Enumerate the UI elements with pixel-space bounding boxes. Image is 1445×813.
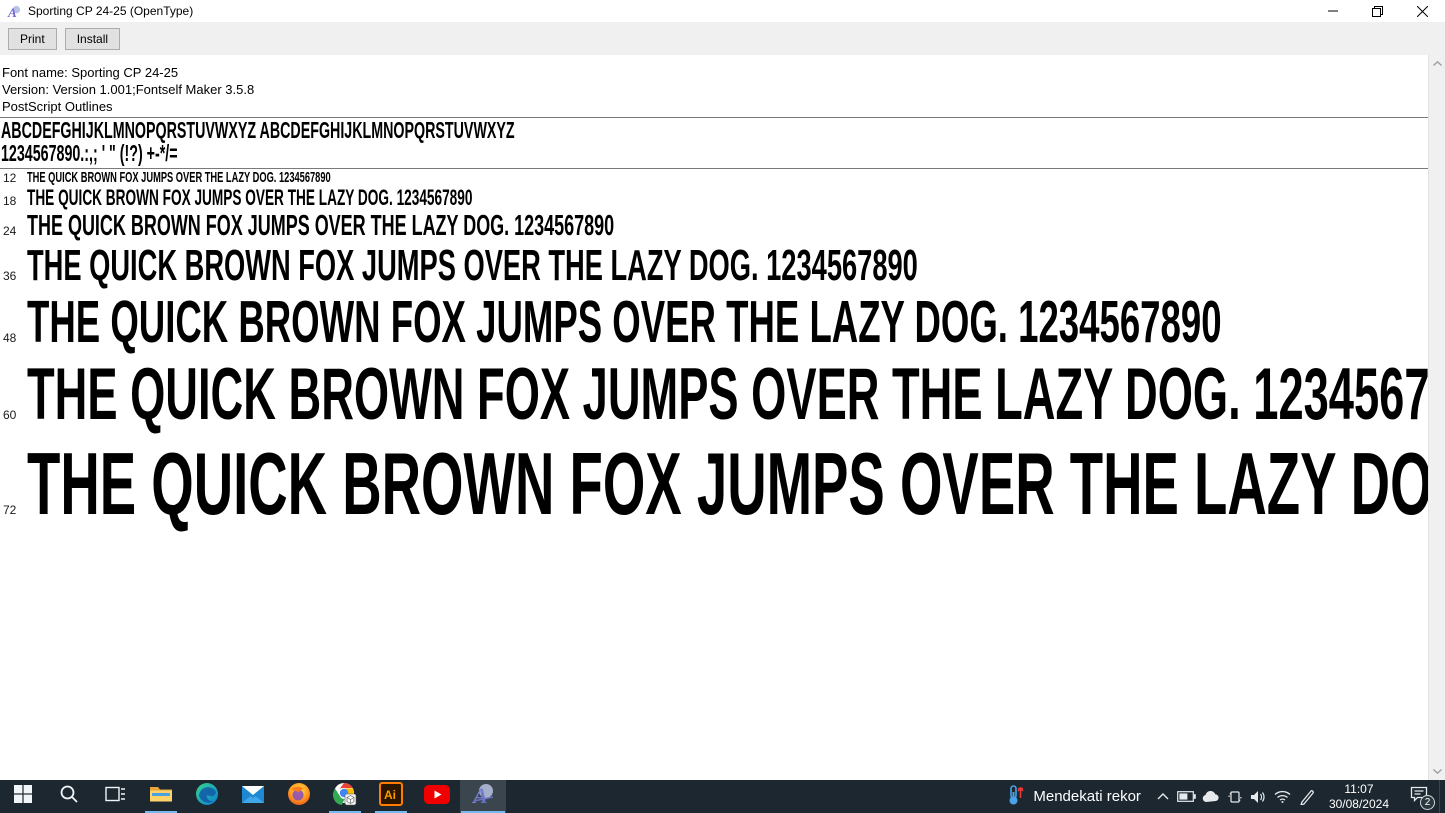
font-viewer-app-icon: A — [6, 3, 22, 19]
firefox-button[interactable] — [276, 780, 322, 813]
onedrive-cloud-icon[interactable] — [1199, 780, 1223, 813]
mail-icon — [241, 785, 265, 809]
clock[interactable]: 11:07 30/08/2024 — [1319, 780, 1399, 813]
point-size-label: 72 — [3, 503, 17, 517]
illustrator-button[interactable]: Ai — [368, 780, 414, 813]
window-title: Sporting CP 24-25 (OpenType) — [28, 4, 194, 18]
font-info: Font name: Sporting CP 24-25 Version: Ve… — [0, 55, 1428, 115]
point-size-label: 60 — [3, 408, 17, 422]
rotation-lock-icon[interactable] — [1223, 780, 1247, 813]
pangram-sample-12pt: THE QUICK BROWN FOX JUMPS OVER THE LAZY … — [27, 169, 331, 186]
clock-date: 30/08/2024 — [1328, 796, 1389, 811]
search-button[interactable] — [46, 780, 92, 813]
restore-button[interactable] — [1355, 0, 1400, 22]
system-tray — [1151, 780, 1319, 813]
speaker-icon[interactable] — [1247, 780, 1271, 813]
wifi-icon[interactable] — [1271, 780, 1295, 813]
font-version-line: Version: Version 1.001;Fontself Maker 3.… — [2, 82, 255, 97]
point-size-label: 48 — [3, 331, 17, 345]
toolbar: Print Install — [0, 22, 1445, 55]
taskbar-apps: Ai A — [0, 780, 506, 813]
thermometer-icon — [1007, 784, 1025, 810]
font-preview-area: Font name: Sporting CP 24-25 Version: Ve… — [0, 55, 1428, 780]
pangram-sample-72pt: THE QUICK BROWN FOX JUMPS OVER THE LAZY … — [27, 434, 1428, 533]
mail-button[interactable] — [230, 780, 276, 813]
action-center-button[interactable]: 2 — [1399, 780, 1439, 813]
taskbar-right: Mendekati rekor 11:07 30/08/2024 2 — [997, 780, 1445, 813]
weather-label: Mendekati rekor — [1033, 788, 1141, 805]
scroll-up-arrow-icon[interactable] — [1429, 55, 1445, 72]
svg-text:Ai: Ai — [384, 788, 396, 802]
pangram-sample-48pt: THE QUICK BROWN FOX JUMPS OVER THE LAZY … — [27, 289, 1222, 355]
sample-row-48pt: 48 THE QUICK BROWN FOX JUMPS OVER THE LA… — [0, 290, 1428, 355]
chrome-icon — [332, 781, 358, 812]
font-viewer-window: A Sporting CP 24-25 (OpenType) Print Ins… — [0, 0, 1445, 813]
youtube-icon — [424, 784, 450, 809]
close-button[interactable] — [1400, 0, 1445, 22]
chevron-up-icon[interactable] — [1151, 780, 1175, 813]
pangram-sample-60pt: THE QUICK BROWN FOX JUMPS OVER THE LAZY … — [27, 354, 1428, 435]
sample-row-36pt: 36 THE QUICK BROWN FOX JUMPS OVER THE LA… — [0, 242, 1428, 290]
windows-ink-pen-icon[interactable] — [1295, 780, 1319, 813]
font-viewer-taskbar-button[interactable]: A — [460, 780, 506, 813]
minimize-button[interactable] — [1310, 0, 1355, 22]
taskbar: Ai A Mendekati rekor 11:07 30/08/2024 2 — [0, 780, 1445, 813]
weather-widget[interactable]: Mendekati rekor — [997, 780, 1151, 813]
show-desktop-button[interactable] — [1439, 780, 1445, 813]
start-button[interactable] — [0, 780, 46, 813]
notification-badge: 2 — [1420, 795, 1435, 810]
edge-icon — [195, 782, 219, 811]
pangram-sample-36pt: THE QUICK BROWN FOX JUMPS OVER THE LAZY … — [27, 241, 918, 290]
scroll-down-arrow-icon[interactable] — [1429, 763, 1445, 780]
character-set-sample: ABCDEFGHIJKLMNOPQRSTUVWXYZ ABCDEFGHIJKLM… — [0, 118, 1428, 166]
sample-row-24pt: 24 THE QUICK BROWN FOX JUMPS OVER THE LA… — [0, 210, 1428, 242]
point-size-label: 24 — [3, 224, 17, 238]
edge-button[interactable] — [184, 780, 230, 813]
svg-text:A: A — [471, 783, 488, 807]
window-controls — [1310, 0, 1445, 22]
font-viewer-icon: A — [470, 781, 496, 812]
font-outline-line: PostScript Outlines — [2, 99, 113, 114]
point-size-label: 18 — [3, 194, 17, 208]
chrome-button[interactable] — [322, 780, 368, 813]
youtube-button[interactable] — [414, 780, 460, 813]
battery-icon[interactable] — [1175, 780, 1199, 813]
font-name-line: Font name: Sporting CP 24-25 — [2, 65, 179, 80]
sample-row-72pt: 72 THE QUICK BROWN FOX JUMPS OVER THE LA… — [0, 435, 1428, 532]
point-size-label: 36 — [3, 269, 17, 283]
search-icon — [59, 784, 79, 809]
task-view-icon — [104, 785, 126, 808]
sample-row-18pt: 18 THE QUICK BROWN FOX JUMPS OVER THE LA… — [0, 186, 1428, 210]
illustrator-icon: Ai — [379, 782, 403, 811]
sample-row-60pt: 60 THE QUICK BROWN FOX JUMPS OVER THE LA… — [0, 355, 1428, 435]
alphabet-sample: ABCDEFGHIJKLMNOPQRSTUVWXYZ ABCDEFGHIJKLM… — [1, 117, 515, 143]
pangram-sample-18pt: THE QUICK BROWN FOX JUMPS OVER THE LAZY … — [27, 185, 473, 210]
titlebar: A Sporting CP 24-25 (OpenType) — [0, 0, 1445, 22]
pangram-sample-24pt: THE QUICK BROWN FOX JUMPS OVER THE LAZY … — [27, 210, 615, 242]
vertical-scrollbar[interactable] — [1428, 55, 1445, 780]
file-explorer-button[interactable] — [138, 780, 184, 813]
task-view-button[interactable] — [92, 780, 138, 813]
windows-start-icon — [13, 784, 33, 809]
file-explorer-icon — [149, 784, 173, 809]
numerals-symbols-sample: 1234567890.:,; ' " (!?) +-*/= — [1, 140, 178, 166]
scrollbar-track[interactable] — [1429, 72, 1445, 763]
sample-row-12pt: 12 THE QUICK BROWN FOX JUMPS OVER THE LA… — [0, 169, 1428, 186]
point-size-label: 12 — [3, 171, 17, 185]
clock-time: 11:07 — [1344, 781, 1374, 796]
firefox-icon — [287, 782, 311, 811]
svg-text:A: A — [7, 5, 17, 19]
install-button[interactable]: Install — [64, 27, 121, 50]
print-button[interactable]: Print — [8, 27, 57, 50]
